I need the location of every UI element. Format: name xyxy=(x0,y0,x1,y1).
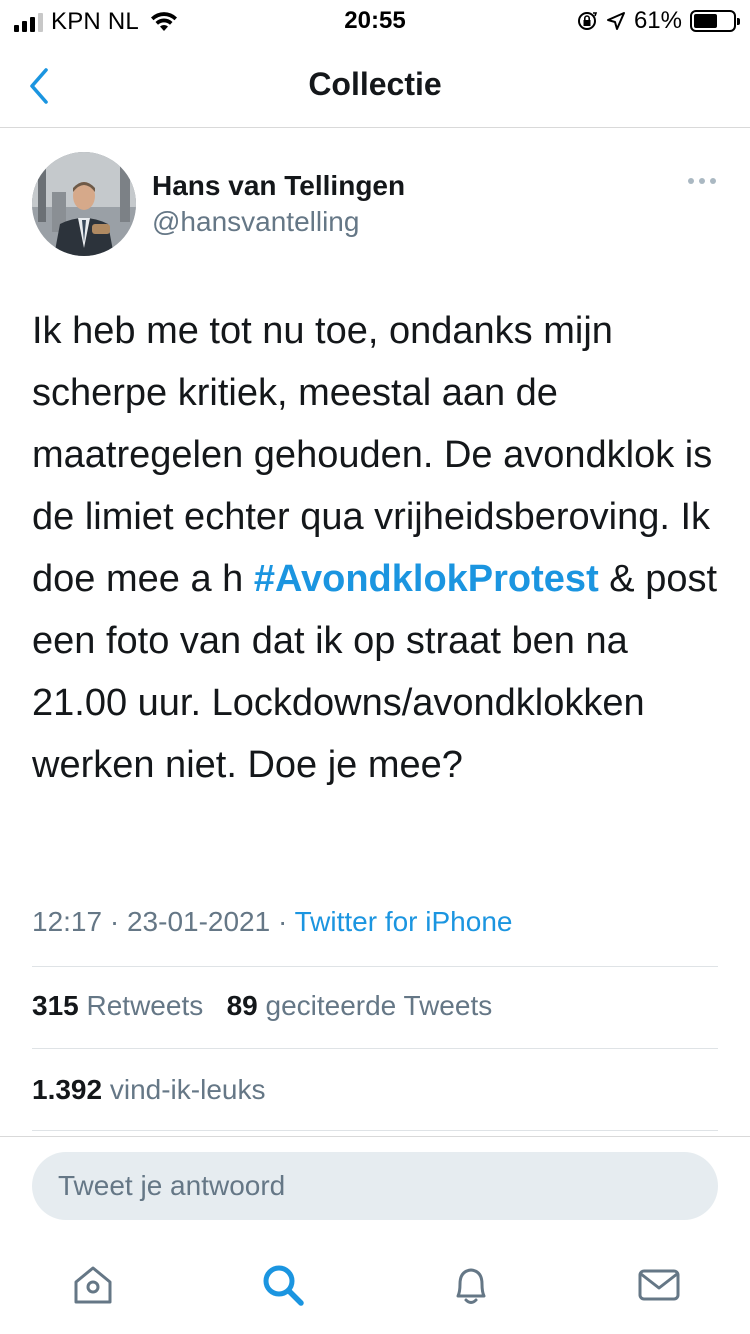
retweets-stat[interactable]: 315 Retweets xyxy=(32,990,203,1021)
status-bar: KPN NL 20:55 61% xyxy=(0,0,750,44)
retweet-stats-row: 315 Retweets 89 geciteerde Tweets xyxy=(32,990,492,1022)
tweet-date: 23-01-2021 xyxy=(126,906,271,937)
mail-icon[interactable] xyxy=(636,1262,682,1308)
more-options-icon[interactable] xyxy=(688,178,716,184)
meta-separator: · xyxy=(109,906,120,937)
hashtag-link[interactable]: #AvondklokProtest xyxy=(254,558,599,600)
meta-separator: · xyxy=(277,906,288,937)
retweets-label: Retweets xyxy=(86,990,204,1021)
quotes-count: 89 xyxy=(226,990,258,1021)
orientation-lock-icon xyxy=(577,12,598,30)
tweet-meta: 12:17 · 23-01-2021 · Twitter for iPhone xyxy=(32,906,512,938)
likes-count: 1.392 xyxy=(32,1074,103,1105)
tweet-time: 12:17 xyxy=(32,906,103,937)
battery-fill xyxy=(694,14,717,28)
battery-icon xyxy=(690,10,740,32)
home-icon[interactable] xyxy=(70,1262,116,1308)
author-handle[interactable]: @hansvantelling xyxy=(152,206,359,238)
quotes-label: geciteerde Tweets xyxy=(265,990,493,1021)
tweet-source-link[interactable]: Twitter for iPhone xyxy=(295,906,513,937)
tweet-text: Ik heb me tot nu toe, ondanks mijn scher… xyxy=(32,300,722,796)
battery-percent: 61% xyxy=(633,7,682,34)
likes-stats-row: 1.392 vind-ik-leuks xyxy=(32,1074,265,1106)
quotes-stat[interactable]: 89 geciteerde Tweets xyxy=(227,990,493,1021)
divider xyxy=(32,1130,718,1131)
retweets-count: 315 xyxy=(32,990,79,1021)
avatar[interactable] xyxy=(32,152,136,256)
status-right: 61% xyxy=(576,7,740,35)
tweet-detail-screen: KPN NL 20:55 61% Collectie Hans van Tell… xyxy=(0,0,750,1334)
bell-icon[interactable] xyxy=(448,1262,494,1308)
search-icon[interactable] xyxy=(260,1262,306,1308)
navigation-bar: Collectie xyxy=(0,44,750,128)
tweet-text-part: Ik heb me tot nu toe, ondanks mijn scher… xyxy=(32,310,713,600)
page-title: Collectie xyxy=(308,66,442,102)
reply-input[interactable] xyxy=(32,1152,718,1220)
divider xyxy=(32,1048,718,1049)
reply-bar-border xyxy=(0,1136,750,1137)
divider xyxy=(32,966,718,967)
likes-label: vind-ik-leuks xyxy=(109,1074,266,1105)
likes-stat[interactable]: 1.392 vind-ik-leuks xyxy=(32,1074,265,1105)
avatar-image xyxy=(32,152,136,256)
author-name[interactable]: Hans van Tellingen xyxy=(152,170,405,202)
location-arrow-icon xyxy=(606,12,625,30)
